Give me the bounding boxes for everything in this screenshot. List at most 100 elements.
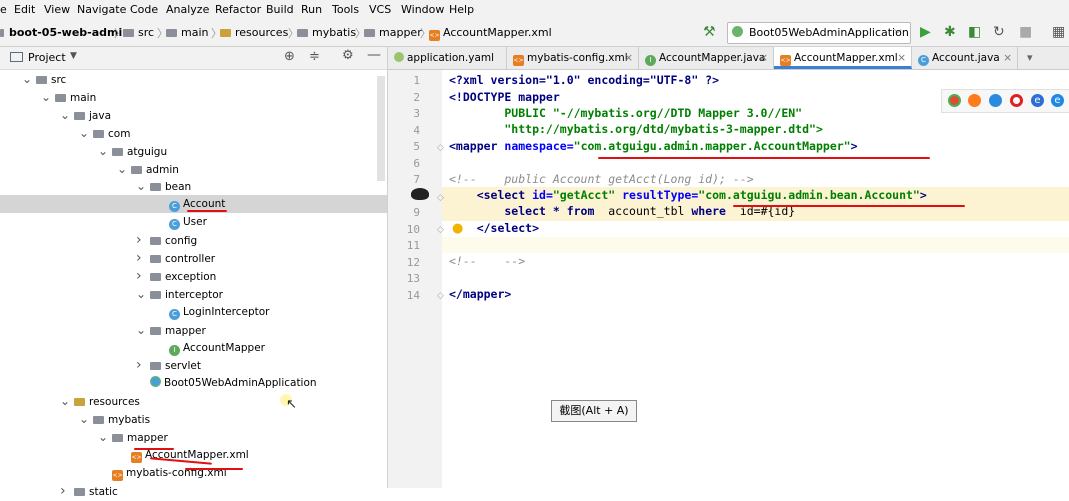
tree-item-controller[interactable]: › controller (136, 249, 215, 267)
tab-accountmapper-xml[interactable]: <> AccountMapper.xml × (774, 47, 912, 69)
chevron-down-icon[interactable]: ⌄ (22, 70, 36, 88)
tab-accountmapper-java[interactable]: I AccountMapper.java × (639, 47, 774, 69)
chevron-down-icon[interactable]: ⌄ (60, 392, 74, 410)
stop-icon[interactable]: ■ (1019, 24, 1032, 40)
chevron-down-icon[interactable]: ⌄ (98, 428, 112, 446)
tree-item-boot05webadminapplication[interactable]: Boot05WebAdminApplication (136, 374, 317, 392)
tree-item-accountmapper[interactable]: I AccountMapper (155, 339, 265, 357)
code-line[interactable]: <?xml version="1.0" encoding="UTF-8" ?> (449, 73, 719, 87)
chevron-down-icon[interactable]: ⌄ (117, 160, 131, 178)
menu-refactor[interactable]: Refactor (215, 3, 261, 16)
fold-marker-icon[interactable]: ◇ (437, 193, 444, 203)
menu-help[interactable]: Help (449, 3, 474, 16)
tab-mybatis-config-xml[interactable]: <> mybatis-config.xml × (507, 47, 639, 69)
project-view-selector[interactable]: Project (28, 51, 66, 64)
tree-item-logininterceptor[interactable]: C LoginInterceptor (155, 303, 270, 321)
code-line[interactable]: <select id="getAcct" resultType="com.atg… (449, 188, 927, 202)
hide-icon[interactable]: — (367, 47, 381, 63)
ie-icon[interactable]: e (1031, 94, 1044, 107)
fold-marker-icon[interactable]: ◇ (437, 143, 444, 153)
breadcrumb-main[interactable]: main (166, 26, 208, 39)
tree-item-resources[interactable]: ⌄ resources (60, 392, 140, 410)
chevron-down-icon[interactable]: ⌄ (41, 88, 55, 106)
tree-item-mybatis-config-xml[interactable]: <> mybatis-config.xml (98, 464, 227, 482)
chevron-down-icon[interactable]: ⌄ (79, 124, 93, 142)
menu-code[interactable]: Code (130, 3, 158, 16)
close-icon[interactable]: × (1003, 47, 1012, 69)
project-structure-icon[interactable]: ▦ (1052, 24, 1065, 40)
collapse-all-icon[interactable]: ≑ (309, 49, 320, 64)
breadcrumb-resources[interactable]: resources (220, 26, 288, 39)
tab-application-yaml[interactable]: application.yaml (388, 47, 507, 69)
code-line[interactable]: PUBLIC "-//mybatis.org//DTD Mapper 3.0//… (449, 106, 802, 120)
chevron-down-icon[interactable]: ⌄ (136, 177, 150, 195)
firefox-icon[interactable] (968, 94, 981, 107)
edge-icon[interactable]: e (1051, 94, 1064, 107)
mybatis-bird-icon[interactable] (411, 188, 429, 200)
tree-item-mapper[interactable]: ⌄ mapper (136, 321, 206, 339)
gear-icon[interactable]: ⚙ (342, 48, 354, 63)
build-hammer-icon[interactable]: ⚒ (703, 24, 716, 40)
code-line[interactable]: </mapper> (449, 287, 511, 301)
tree-item-static[interactable]: › static (60, 482, 118, 500)
tree-scrollbar[interactable] (377, 76, 385, 181)
coverage-icon[interactable]: ◧ (968, 24, 981, 40)
menu-tools[interactable]: Tools (332, 3, 359, 16)
fold-marker-icon[interactable]: ◇ (437, 225, 444, 235)
breadcrumb-project[interactable]: boot-05-web-admin (9, 26, 130, 39)
chevron-down-icon[interactable]: ▼ (70, 51, 77, 61)
tree-item-admin[interactable]: ⌄ admin (117, 160, 179, 178)
menu-vcs[interactable]: VCS (369, 3, 391, 16)
tree-item-atguigu[interactable]: ⌄ atguigu (98, 142, 167, 160)
code-line[interactable]: "http://mybatis.org/dtd/mybatis-3-mapper… (449, 122, 823, 136)
chevron-down-icon[interactable]: ⌄ (79, 410, 93, 428)
chevron-down-icon[interactable]: ⌄ (98, 142, 112, 160)
debug-icon[interactable]: ✱ (944, 24, 956, 40)
breadcrumb-mapper[interactable]: mapper (364, 26, 422, 39)
tree-item-java[interactable]: ⌄ java (60, 106, 111, 124)
run-icon[interactable]: ▶ (920, 24, 931, 40)
opera-icon[interactable] (1010, 94, 1023, 107)
close-icon[interactable]: × (759, 47, 768, 69)
code-line[interactable]: <!-- public Account getAcct(Long id); --… (449, 172, 754, 186)
tree-item-mapper[interactable]: ⌄ mapper (98, 428, 168, 446)
profile-icon[interactable]: ↻ (993, 24, 1005, 40)
menu-navigate[interactable]: Navigate (77, 3, 126, 16)
tree-item-main[interactable]: ⌄ main (41, 88, 96, 106)
run-configuration-select[interactable]: Boot05WebAdminApplication ⌵ (727, 22, 911, 44)
tree-item-mybatis[interactable]: ⌄ mybatis (79, 410, 150, 428)
breadcrumb-src[interactable]: src (123, 26, 154, 39)
close-icon[interactable]: × (897, 47, 906, 69)
chevron-down-icon[interactable]: ⌄ (136, 285, 150, 303)
chevron-right-icon[interactable]: › (60, 482, 74, 500)
tab-scroll-icon[interactable]: ▾ (1027, 51, 1033, 64)
tree-item-config[interactable]: › config (136, 231, 197, 249)
menu-run[interactable]: Run (301, 3, 322, 16)
chevron-right-icon[interactable]: › (136, 356, 150, 374)
safari-icon[interactable] (989, 94, 1002, 107)
fold-marker-icon[interactable]: ◇ (437, 291, 444, 301)
chevron-right-icon[interactable]: › (136, 231, 150, 249)
menu-file[interactable]: e (0, 3, 7, 16)
breadcrumb-mybatis[interactable]: mybatis (297, 26, 356, 39)
tree-item-src[interactable]: ⌄ src (22, 70, 66, 88)
code-line[interactable]: <!DOCTYPE mapper (449, 90, 560, 104)
menu-analyze[interactable]: Analyze (166, 3, 209, 16)
tree-item-user[interactable]: C User (155, 213, 207, 231)
chevron-down-icon[interactable]: ⌄ (136, 321, 150, 339)
tree-item-servlet[interactable]: › servlet (136, 356, 201, 374)
tree-item-exception[interactable]: › exception (136, 267, 216, 285)
tree-item-interceptor[interactable]: ⌄ interceptor (136, 285, 223, 303)
chrome-icon[interactable] (948, 94, 961, 107)
menu-window[interactable]: Window (401, 3, 444, 16)
tree-item-com[interactable]: ⌄ com (79, 124, 130, 142)
chevron-right-icon[interactable]: › (136, 267, 150, 285)
lightbulb-icon[interactable]: ● (452, 221, 463, 236)
menu-view[interactable]: View (44, 3, 70, 16)
breadcrumb-file[interactable]: <> AccountMapper.xml (429, 26, 552, 41)
locate-icon[interactable]: ⊕ (284, 49, 295, 64)
menu-edit[interactable]: Edit (14, 3, 35, 16)
code-line[interactable]: <!-- --> (449, 254, 525, 268)
tab-account-java[interactable]: C Account.java × (912, 47, 1018, 69)
chevron-right-icon[interactable]: › (136, 249, 150, 267)
